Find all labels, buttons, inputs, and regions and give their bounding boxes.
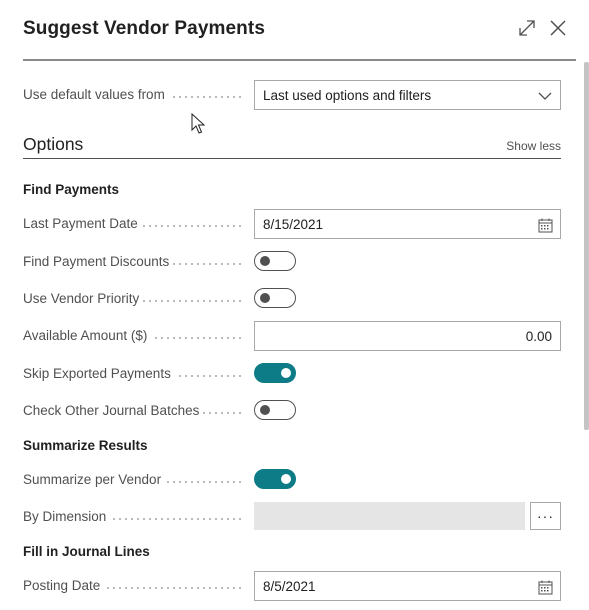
skip-exported-payments-row: Skip Exported Payments xyxy=(23,359,561,389)
posting-date-input[interactable]: 8/5/2021 xyxy=(254,571,561,601)
toggle-knob xyxy=(281,474,291,484)
expand-icon[interactable] xyxy=(517,18,537,38)
available-amount-label: Available Amount ($) xyxy=(23,328,152,343)
vertical-scrollbar[interactable] xyxy=(584,62,589,430)
summarize-per-vendor-row: Summarize per Vendor xyxy=(23,465,561,495)
defaults-row: Use default values from Last used option… xyxy=(23,80,561,110)
by-dimension-control: ··· xyxy=(254,502,561,530)
use-vendor-priority-row: Use Vendor Priority xyxy=(23,284,561,314)
options-divider xyxy=(23,158,561,159)
available-amount-value: 0.00 xyxy=(525,328,552,344)
dialog-header: Suggest Vendor Payments xyxy=(0,0,589,61)
find-payment-discounts-label: Find Payment Discounts xyxy=(23,254,174,269)
toggle-knob xyxy=(260,405,270,415)
defaults-label: Use default values from xyxy=(23,87,169,102)
options-section-header: Options Show less xyxy=(23,134,561,160)
use-vendor-priority-toggle[interactable] xyxy=(254,288,296,308)
skip-exported-payments-toggle[interactable] xyxy=(254,363,296,383)
skip-exported-payments-label: Skip Exported Payments xyxy=(23,366,175,381)
last-payment-date-value: 8/15/2021 xyxy=(263,216,324,232)
check-other-journal-batches-toggle[interactable] xyxy=(254,400,296,420)
defaults-select[interactable]: Last used options and filters xyxy=(254,80,561,110)
toggle-knob xyxy=(260,256,270,266)
suggest-vendor-payments-dialog: Suggest Vendor Payments Use default valu… xyxy=(0,0,589,610)
check-other-journal-batches-label: Check Other Journal Batches xyxy=(23,403,204,418)
toggle-knob xyxy=(281,368,291,378)
find-payment-discounts-toggle[interactable] xyxy=(254,251,296,271)
find-payments-heading: Find Payments xyxy=(23,182,120,197)
fill-journal-lines-heading: Fill in Journal Lines xyxy=(23,544,150,559)
close-icon[interactable] xyxy=(548,18,568,38)
defaults-value: Last used options and filters xyxy=(263,87,432,103)
calendar-icon[interactable] xyxy=(537,579,553,595)
posting-date-label: Posting Date xyxy=(23,578,105,593)
dialog-title: Suggest Vendor Payments xyxy=(23,18,265,39)
last-payment-date-label: Last Payment Date xyxy=(23,216,142,231)
calendar-icon[interactable] xyxy=(537,217,553,233)
posting-date-value: 8/5/2021 xyxy=(263,578,316,594)
by-dimension-assist-button[interactable]: ··· xyxy=(530,502,561,530)
available-amount-row: Available Amount ($) 0.00 xyxy=(23,321,561,351)
mouse-pointer-icon xyxy=(191,112,206,135)
available-amount-input[interactable]: 0.00 xyxy=(254,321,561,351)
last-payment-date-row: Last Payment Date 8/15/2021 xyxy=(23,209,561,239)
find-payment-discounts-row: Find Payment Discounts xyxy=(23,247,561,277)
header-divider xyxy=(23,59,576,61)
summarize-per-vendor-toggle[interactable] xyxy=(254,469,296,489)
summarize-per-vendor-label: Summarize per Vendor xyxy=(23,472,166,487)
check-other-journal-batches-row: Check Other Journal Batches xyxy=(23,396,561,426)
by-dimension-label: By Dimension xyxy=(23,509,111,524)
by-dimension-row: By Dimension ··· xyxy=(23,502,561,532)
options-title: Options xyxy=(23,134,84,154)
toggle-knob xyxy=(260,293,270,303)
show-less-link[interactable]: Show less xyxy=(506,139,561,153)
use-vendor-priority-label: Use Vendor Priority xyxy=(23,291,144,306)
posting-date-row: Posting Date 8/5/2021 xyxy=(23,571,561,601)
by-dimension-field xyxy=(254,502,525,530)
chevron-down-icon xyxy=(537,88,553,104)
last-payment-date-input[interactable]: 8/15/2021 xyxy=(254,209,561,239)
summarize-results-heading: Summarize Results xyxy=(23,438,148,453)
